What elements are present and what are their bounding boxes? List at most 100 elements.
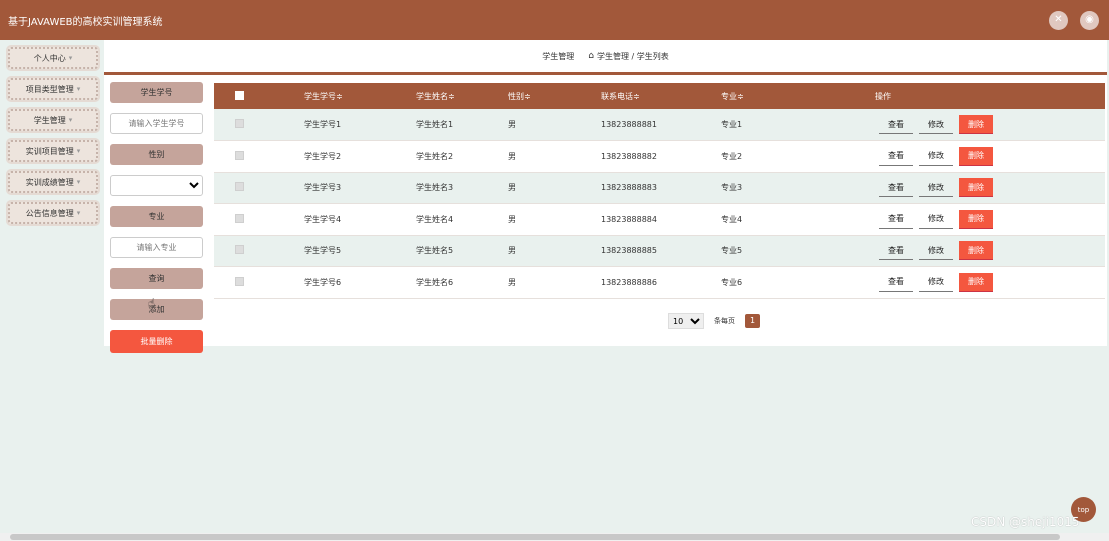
sort-icon[interactable]: ≑ (633, 92, 640, 101)
edit-button[interactable]: 修改 (919, 178, 953, 198)
student-table-wrap: 学生学号≑ 学生姓名≑ 性别≑ 联系电话≑ 专业≑ 操作 学生学号1 学生姓名1… (214, 83, 1105, 299)
delete-button[interactable]: 删除 (959, 241, 993, 261)
student-name-cell: 学生姓名5 (416, 235, 508, 267)
edit-button[interactable]: 修改 (919, 147, 953, 166)
chevron-down-icon: ▾ (76, 178, 81, 186)
sidebar-item-training-project[interactable]: 实训项目管理 ▾ (8, 140, 98, 162)
watermark: CSDN @sheji1015 (971, 515, 1080, 529)
major-input[interactable] (110, 237, 203, 258)
edit-button[interactable]: 修改 (919, 241, 953, 261)
sidebar-item-notice[interactable]: 公告信息管理 ▾ (8, 202, 98, 224)
student-name-cell: 学生姓名3 (416, 172, 508, 204)
chevron-down-icon: ▾ (76, 209, 81, 217)
breadcrumb-path-text[interactable]: 学生管理 / 学生列表 (597, 51, 669, 62)
phone-cell: 13823888882 (601, 140, 721, 173)
sidebar-item-label: 实训成绩管理 (25, 177, 74, 187)
delete-button[interactable]: 删除 (959, 178, 993, 198)
gender-select[interactable] (110, 175, 203, 196)
major-cell: 专业6 (721, 266, 811, 299)
delete-button[interactable]: 删除 (959, 115, 993, 134)
major-cell: 专业4 (721, 203, 811, 236)
page-title: 学生管理 (542, 51, 575, 61)
batch-delete-button[interactable]: 批量删除 (110, 330, 203, 353)
sidebar-item-label: 个人中心 (33, 53, 66, 63)
delete-button[interactable]: 删除 (959, 209, 993, 229)
top-icons: ✕ ◉ (1049, 10, 1099, 30)
row-select-cell (214, 235, 304, 267)
user-icon[interactable]: ◉ (1080, 10, 1099, 30)
major-cell: 专业3 (721, 172, 811, 204)
edit-button[interactable]: 修改 (919, 115, 953, 134)
edit-button[interactable]: 修改 (919, 210, 953, 229)
actions-cell: 查看 修改 删除 (811, 235, 1105, 267)
gender-cell: 男 (508, 203, 601, 236)
view-button[interactable]: 查看 (879, 241, 913, 261)
column-header[interactable]: 性别≑ (508, 83, 601, 109)
phone-cell: 13823888883 (601, 172, 721, 204)
table-row: 学生学号6 学生姓名6 男 13823888886 专业6 查看 修改 删除 (214, 266, 1105, 299)
edit-button[interactable]: 修改 (919, 273, 953, 292)
scrollbar-thumb[interactable] (10, 534, 1060, 540)
sort-icon[interactable]: ≑ (524, 92, 531, 101)
actions-cell: 查看 修改 删除 (811, 140, 1105, 173)
page-number-button[interactable]: 1 (745, 314, 760, 328)
row-checkbox[interactable] (235, 150, 244, 160)
sort-icon[interactable]: ≑ (737, 92, 744, 101)
phone-cell: 13823888881 (601, 109, 721, 141)
column-header[interactable]: 学生姓名≑ (416, 83, 508, 109)
sidebar-item-personal-center[interactable]: 个人中心 ▾ (8, 47, 98, 69)
sidebar-item-training-score[interactable]: 实训成绩管理 ▾ (8, 171, 98, 193)
delete-button[interactable]: 删除 (959, 272, 993, 292)
actions-cell: 查看 修改 删除 (811, 203, 1105, 236)
student-no-cell: 学生学号4 (304, 203, 416, 236)
table-row: 学生学号1 学生姓名1 男 13823888881 专业1 查看 修改 删除 (214, 109, 1105, 141)
sidebar-item-project-type[interactable]: 项目类型管理 ▾ (8, 78, 98, 100)
student-no-input[interactable] (110, 113, 203, 134)
sidebar: 个人中心 ▾ 项目类型管理 ▾ 学生管理 ▾ 实训项目管理 ▾ 实训成绩管理 ▾ 公告信息… (8, 47, 98, 224)
page-size-label: 条每页 (714, 317, 735, 325)
major-cell: 专业5 (721, 235, 811, 267)
row-checkbox[interactable] (235, 119, 244, 128)
view-button[interactable]: 查看 (879, 178, 913, 198)
delete-button[interactable]: 删除 (959, 146, 993, 166)
sort-icon[interactable]: ≑ (336, 92, 343, 101)
row-checkbox[interactable] (235, 182, 244, 192)
student-no-label: 学生学号 (110, 82, 203, 103)
view-button[interactable]: 查看 (879, 273, 913, 292)
row-checkbox[interactable] (235, 213, 244, 223)
row-select-cell (214, 172, 304, 204)
home-icon[interactable]: ⌂ (588, 51, 594, 61)
row-select-cell (214, 140, 304, 173)
sidebar-item-label: 实训项目管理 (25, 146, 74, 156)
student-name-cell: 学生姓名1 (416, 109, 508, 141)
phone-cell: 13823888884 (601, 203, 721, 236)
gender-cell: 男 (508, 235, 601, 267)
table-row: 学生学号4 学生姓名4 男 13823888884 专业4 查看 修改 删除 (214, 203, 1105, 236)
table-row: 学生学号5 学生姓名5 男 13823888885 专业5 查看 修改 删除 (214, 235, 1105, 267)
gender-cell: 男 (508, 109, 601, 141)
column-header[interactable]: 联系电话≑ (601, 83, 721, 109)
sort-icon[interactable]: ≑ (448, 92, 455, 101)
add-button[interactable]: 添加 (110, 299, 203, 320)
select-all-checkbox[interactable] (235, 90, 244, 100)
row-select-cell (214, 109, 304, 141)
view-button[interactable]: 查看 (879, 115, 913, 134)
horizontal-scrollbar[interactable] (0, 533, 1109, 541)
row-checkbox[interactable] (235, 276, 244, 286)
actions-cell: 查看 修改 删除 (811, 109, 1105, 141)
gender-cell: 男 (508, 266, 601, 299)
sidebar-item-student[interactable]: 学生管理 ▾ (8, 109, 98, 131)
column-header[interactable]: 学生学号≑ (304, 83, 416, 109)
student-no-cell: 学生学号2 (304, 140, 416, 173)
gender-label: 性别 (110, 144, 203, 165)
search-button[interactable]: 查询 (110, 268, 203, 289)
page-size-select[interactable]: 10 (668, 313, 704, 329)
fullscreen-icon[interactable]: ✕ (1049, 10, 1068, 30)
select-all-header[interactable] (214, 83, 304, 109)
view-button[interactable]: 查看 (879, 210, 913, 229)
view-button[interactable]: 查看 (879, 147, 913, 166)
actions-cell: 查看 修改 删除 (811, 266, 1105, 299)
column-header[interactable]: 专业≑ (721, 83, 811, 109)
sidebar-item-label: 公告信息管理 (25, 208, 74, 218)
row-checkbox[interactable] (235, 245, 244, 255)
